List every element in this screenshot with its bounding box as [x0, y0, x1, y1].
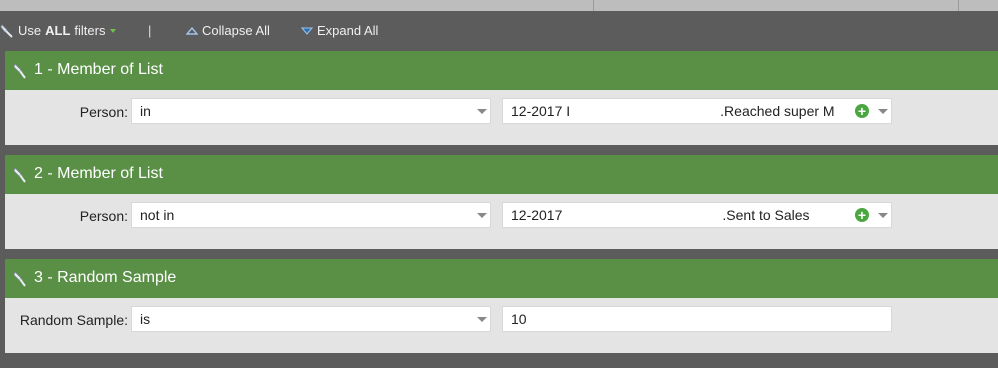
use-filters-prefix: Use: [18, 23, 42, 38]
operator-select[interactable]: is: [131, 306, 491, 332]
dropdown-arrow-icon: [878, 213, 888, 218]
filter-panel-3: 3 - Random Sample Random Sample: is 10: [5, 259, 998, 353]
triangle-up-icon: [186, 26, 198, 35]
filter-title: 1 - Member of List: [34, 61, 163, 78]
filter-body-1: Person: in 12-2017 I .Reached super M +: [5, 90, 998, 145]
filter-panel-2: 2 - Member of List Person: not in 12-201…: [5, 155, 998, 249]
filter-title: 3 - Random Sample: [34, 269, 177, 286]
filter-body-2: Person: not in 12-2017 .Sent to Sales +: [5, 194, 998, 249]
add-plus-icon[interactable]: +: [855, 104, 869, 118]
top-strip: [0, 0, 998, 11]
filter-panel-1: 1 - Member of List Person: in 12-2017 I.…: [5, 51, 998, 145]
filter-header-3[interactable]: 3 - Random Sample: [5, 259, 998, 298]
operator-value: not in: [140, 207, 175, 223]
filter-header-1[interactable]: 1 - Member of List: [5, 51, 998, 90]
filter-wrench-icon: [0, 23, 13, 38]
operator-select[interactable]: not in: [131, 202, 491, 228]
sample-size-value: 10: [511, 311, 527, 327]
collapse-all-label: Collapse All: [202, 23, 270, 38]
filter-toolbar: Use ALL filters | Collapse All Expand Al…: [0, 11, 998, 51]
list-value-select[interactable]: 12-2017 .Sent to Sales +: [502, 202, 892, 228]
filter-wrench-icon: [13, 167, 26, 183]
list-value-select[interactable]: 12-2017 I .Reached super M +: [502, 98, 892, 124]
filter-header-2[interactable]: 2 - Member of List: [5, 155, 998, 194]
filter-wrench-icon: [13, 271, 26, 287]
expand-all-button[interactable]: Expand All: [301, 23, 378, 38]
list-value-suffix: .Sent to Sales: [722, 207, 810, 223]
list-value-suffix: .Reached super M: [720, 103, 835, 119]
sample-size-input[interactable]: 10: [502, 306, 892, 332]
use-filters-strong: ALL: [45, 23, 71, 38]
collapse-all-button[interactable]: Collapse All: [186, 23, 270, 38]
redacted-area: [570, 105, 720, 119]
operator-value: in: [140, 103, 151, 119]
top-strip-divider: [958, 0, 959, 11]
filter-wrench-icon: [13, 63, 26, 79]
add-plus-icon[interactable]: +: [855, 208, 869, 222]
redacted-area: [562, 209, 722, 223]
list-value-prefix: 12-2017 I: [511, 103, 571, 119]
dropdown-arrow-icon: [878, 109, 888, 114]
person-label: Person:: [79, 208, 128, 224]
toolbar-separator: |: [148, 23, 152, 38]
caret-down-icon: [110, 28, 117, 33]
use-filters-suffix: filters: [74, 23, 106, 38]
operator-value: is: [140, 311, 151, 327]
dropdown-arrow-icon: [477, 109, 487, 114]
random-sample-label: Random Sample:: [19, 312, 128, 328]
triangle-down-icon: [301, 27, 313, 35]
filter-body-3: Random Sample: is 10: [5, 298, 998, 353]
person-label: Person:: [79, 104, 128, 120]
list-value-prefix: 12-2017: [511, 207, 563, 223]
filter-title: 2 - Member of List: [34, 165, 163, 182]
dropdown-arrow-icon: [477, 213, 487, 218]
use-all-filters-menu[interactable]: Use ALL filters: [0, 23, 117, 38]
expand-all-label: Expand All: [317, 23, 379, 38]
operator-select[interactable]: in: [131, 98, 491, 124]
top-strip-divider: [593, 0, 594, 11]
dropdown-arrow-icon: [477, 317, 487, 322]
